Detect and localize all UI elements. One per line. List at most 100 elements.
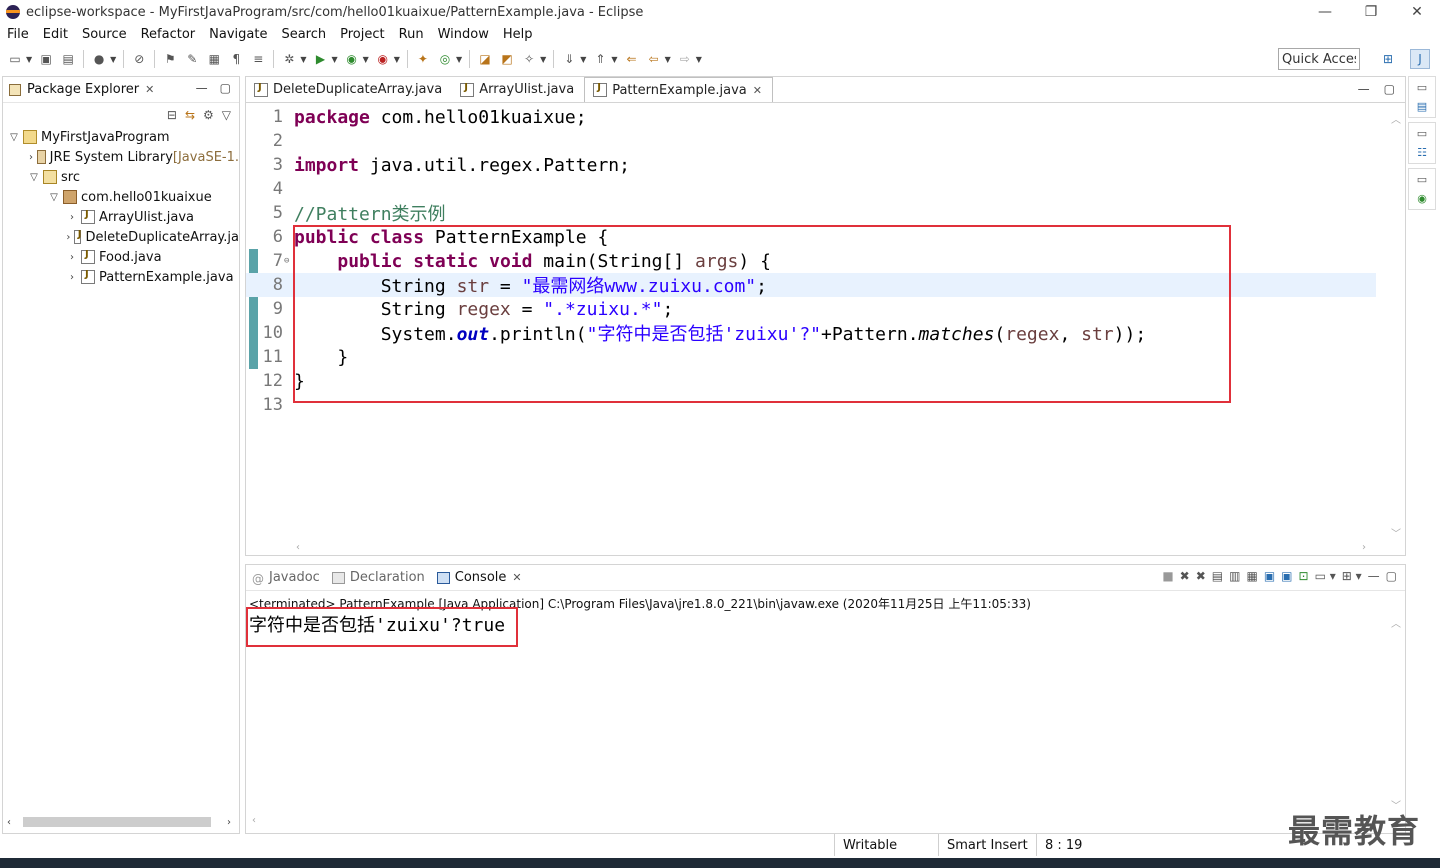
tree-item-jre-library[interactable]: › JRE System Library [JavaSE-1. [3,147,239,167]
scroll-down-icon[interactable]: ﹀ [1391,525,1401,540]
restore-icon[interactable]: ▭ [1417,81,1427,94]
scroll-lock-icon[interactable]: ▥ [1229,569,1240,583]
back-icon[interactable]: ⇦ [645,50,663,68]
debug-icon[interactable]: ✲ [280,50,298,68]
forward-icon[interactable]: ⇨ [676,50,694,68]
minimize-icon[interactable]: — [1368,569,1380,583]
restore-icon[interactable]: ▭ [1417,173,1427,186]
tab-declaration[interactable]: Declaration [331,570,425,585]
tree-item-package[interactable]: ▽ com.hello01kuaixue [3,187,239,207]
welcome-icon[interactable]: ◉ [1417,192,1427,205]
close-icon[interactable]: ✕ [753,84,762,97]
next-annotation-icon[interactable]: ⇓ [560,50,578,68]
new-class-dropdown-icon[interactable]: ▼ [456,55,462,64]
coverage-icon[interactable]: ◉ [343,50,361,68]
menu-project[interactable]: Project [333,27,391,42]
show-on-stderr-icon[interactable]: ▣ [1281,569,1292,583]
close-icon[interactable]: ✕ [145,83,154,96]
menu-help[interactable]: Help [496,27,540,42]
coverage-dropdown-icon[interactable]: ▼ [363,55,369,64]
scroll-left-icon[interactable]: ‹ [7,817,11,828]
code-line[interactable]: 1 package com.hello01kuaixue; [246,105,1376,129]
code-line[interactable]: 5 //Pattern类示例 [246,201,1376,225]
tree-item-src[interactable]: ▽ src [3,167,239,187]
display-console-icon[interactable]: ▭ ▾ [1315,569,1336,583]
chevron-right-icon[interactable]: › [65,212,79,223]
minimize-button[interactable]: — [1302,0,1348,24]
restore-button[interactable]: ❐ [1348,0,1394,24]
maximize-icon[interactable]: ▢ [1386,569,1397,583]
previous-annotation-icon[interactable]: ⇑ [591,50,609,68]
horizontal-scrollbar[interactable]: ‹ › [5,815,237,829]
code-line[interactable]: 4 [246,177,1376,201]
scroll-up-icon[interactable]: ︿ [1391,111,1401,126]
tab-console[interactable]: Console ✕ [436,570,522,585]
back-dropdown-icon[interactable]: ▼ [665,55,671,64]
chevron-right-icon[interactable]: › [65,252,79,263]
chevron-right-icon[interactable]: › [65,232,72,243]
search-icon[interactable]: ✧ [520,50,538,68]
clear-console-icon[interactable]: ▤ [1212,569,1223,583]
next-annotation-dropdown-icon[interactable]: ▼ [580,55,586,64]
chevron-right-icon[interactable]: › [65,272,79,283]
scroll-left-icon[interactable]: ‹ [252,815,256,826]
open-console-icon[interactable]: ⊞ ▾ [1342,569,1362,583]
package-explorer-tab[interactable]: Package Explorer ✕ — ▢ [3,77,239,103]
minimize-icon[interactable]: — [1358,82,1370,96]
close-icon[interactable]: ✕ [512,571,521,584]
profile-dropdown-icon[interactable]: ▼ [110,55,116,64]
tree-item-project[interactable]: ▽ MyFirstJavaProgram [3,127,239,147]
horizontal-scrollbar[interactable]: ‹ › [296,542,1366,553]
run-icon[interactable]: ▶ [311,50,329,68]
close-button[interactable]: ✕ [1394,0,1440,24]
chevron-down-icon[interactable]: ▽ [27,172,41,183]
chevron-right-icon[interactable]: › [27,152,35,163]
remove-launch-icon[interactable]: ✖ [1180,569,1190,583]
previous-annotation-dropdown-icon[interactable]: ▼ [611,55,617,64]
link-with-editor-icon[interactable]: ⇆ [185,108,195,122]
menu-navigate[interactable]: Navigate [202,27,274,42]
menu-refactor[interactable]: Refactor [134,27,203,42]
maximize-icon[interactable]: ▢ [220,81,231,95]
quick-access-input[interactable] [1278,48,1360,70]
remove-all-terminated-icon[interactable]: ✖ [1196,569,1206,583]
menu-window[interactable]: Window [431,27,496,42]
java-perspective-icon[interactable]: J [1410,49,1430,69]
terminate-icon[interactable]: ■ [1162,569,1173,583]
build-icon[interactable]: ⚑ [161,50,179,68]
tree-item-file[interactable]: › ArrayUlist.java [3,207,239,227]
new-dropdown-icon[interactable]: ▼ [26,55,32,64]
collapse-all-icon[interactable]: ⊟ [167,108,177,122]
outline-icon[interactable]: ☷ [1417,146,1427,159]
scroll-right-icon[interactable]: › [227,817,231,828]
external-tools-icon[interactable]: ◉ [374,50,392,68]
fold-collapse-icon[interactable]: ⊖ [284,256,289,266]
tree-item-file[interactable]: › PatternExample.java [3,267,239,287]
scrollbar-thumb[interactable] [23,817,211,827]
scroll-up-icon[interactable]: ︿ [1391,615,1401,630]
new-icon[interactable]: ▭ [6,50,24,68]
menu-edit[interactable]: Edit [36,27,75,42]
block-selection-icon[interactable]: ▦ [205,50,223,68]
chevron-down-icon[interactable]: ▽ [47,192,61,203]
tab-javadoc[interactable]: @ Javadoc [252,570,320,586]
menu-search[interactable]: Search [274,27,333,42]
debug-dropdown-icon[interactable]: ▼ [300,55,306,64]
external-tools-dropdown-icon[interactable]: ▼ [394,55,400,64]
last-edit-icon[interactable]: ⇐ [623,50,641,68]
open-perspective-icon[interactable]: ⊞ [1378,49,1398,69]
code-line[interactable]: 3 import java.util.regex.Pattern; [246,153,1376,177]
new-java-project-icon[interactable]: ✦ [414,50,432,68]
code-line[interactable]: 2 [246,129,1376,153]
pin-console-icon[interactable]: ⊡ [1299,569,1309,583]
tree-item-file[interactable]: › DeleteDuplicateArray.ja [3,227,239,247]
task-list-icon[interactable]: ▤ [1417,100,1427,113]
view-menu-icon[interactable]: ▽ [222,108,231,122]
mark-occurrences-icon[interactable]: ✎ [183,50,201,68]
show-whitespace-icon[interactable]: ¶ [227,50,245,68]
skip-breakpoints-icon[interactable]: ⊘ [130,50,148,68]
minimize-icon[interactable]: — [196,81,208,95]
save-icon[interactable]: ▣ [37,50,55,68]
profile-icon[interactable]: ● [90,50,108,68]
save-all-icon[interactable]: ▤ [59,50,77,68]
